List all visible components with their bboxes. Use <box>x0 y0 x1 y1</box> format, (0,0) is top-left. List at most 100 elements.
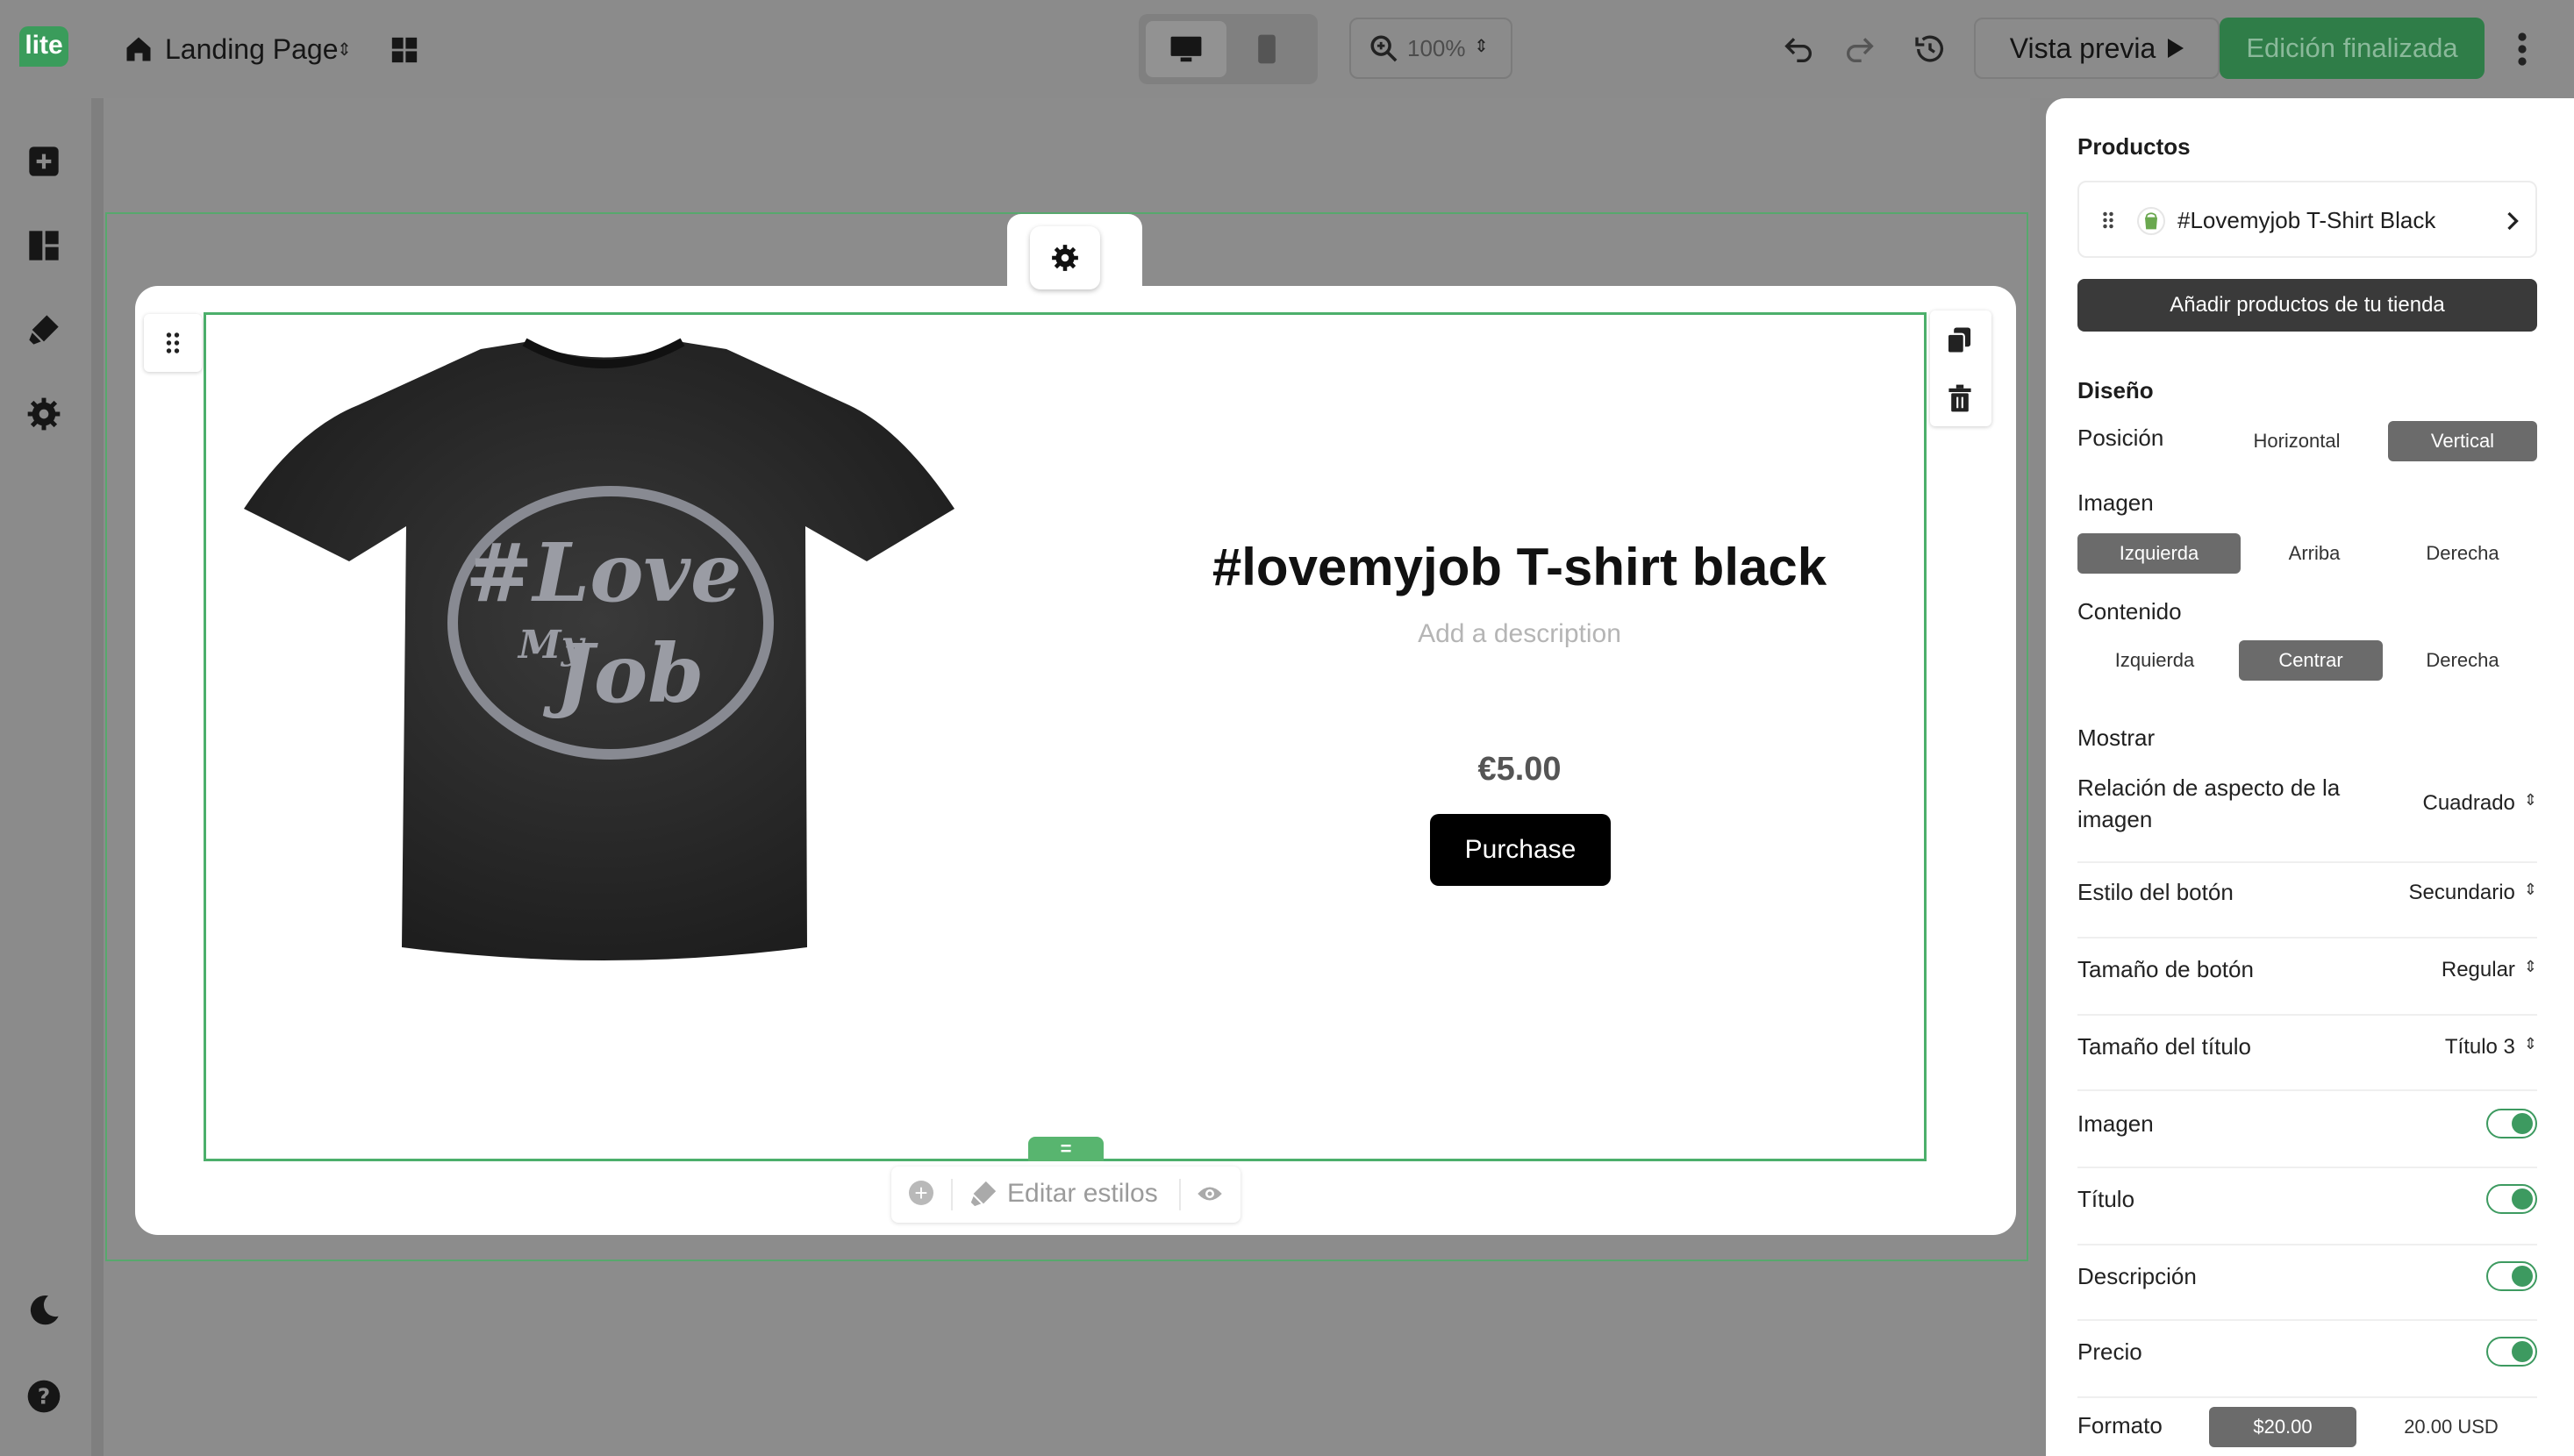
title-size-value: Título 3 <box>2444 1035 2515 1059</box>
aspect-ratio-label: Relación de aspecto de la imagen <box>2077 774 2341 832</box>
layout-icon[interactable] <box>26 228 61 263</box>
price-toggle[interactable] <box>2486 1337 2537 1367</box>
zoom-in-icon <box>1370 35 1398 62</box>
updown-chevron-icon[interactable]: ⇕ <box>337 39 352 61</box>
updown-chevron-icon: ⇕ <box>2523 881 2537 898</box>
svg-text:?: ? <box>38 1383 51 1409</box>
design-heading: Diseño <box>2077 377 2154 403</box>
position-label: Posición <box>2077 425 2164 451</box>
content-alignment-label: Contenido <box>2077 598 2182 625</box>
toolbar-divider <box>951 1179 953 1210</box>
history-icon[interactable] <box>1913 32 1948 67</box>
product-image-tshirt[interactable]: #Love My Job <box>235 333 972 982</box>
paint-brush-icon[interactable] <box>969 1179 998 1209</box>
content-option-left[interactable]: Izquierda <box>2077 640 2232 681</box>
button-size-value: Regular <box>2441 958 2515 981</box>
toggle-label-image: Imagen <box>2077 1110 2154 1137</box>
purchase-button[interactable]: Purchase <box>1430 814 1611 886</box>
product-title[interactable]: #lovemyjob T-shirt black <box>1081 537 1958 597</box>
drag-grip-icon <box>166 332 180 353</box>
undo-icon[interactable] <box>1781 32 1816 67</box>
paint-brush-icon[interactable] <box>26 312 61 347</box>
toolbar-divider <box>1179 1179 1181 1210</box>
row-divider <box>2077 1089 2537 1091</box>
block-resize-handle[interactable]: = <box>1028 1137 1104 1161</box>
updown-chevron-icon: ⇕ <box>2523 791 2537 809</box>
title-size-label: Tamaño del título <box>2077 1033 2252 1060</box>
block-drag-handle[interactable] <box>144 314 202 372</box>
button-size-label: Tamaño de botón <box>2077 956 2254 982</box>
more-vertical-icon[interactable] <box>2516 32 2528 67</box>
product-item-name: #Lovemyjob T-Shirt Black <box>2177 207 2436 233</box>
updown-chevron-icon: ⇕ <box>2523 1035 2537 1053</box>
redo-icon[interactable] <box>1842 32 1877 67</box>
aspect-ratio-select[interactable]: Cuadrado ⇕ <box>2411 791 2537 816</box>
gear-icon <box>1052 245 1078 271</box>
row-divider <box>2077 1167 2537 1168</box>
left-sidebar <box>0 98 91 1456</box>
edit-styles-button[interactable]: Editar estilos <box>1007 1175 1158 1212</box>
row-divider <box>2077 1319 2537 1321</box>
shopify-bag-icon <box>2137 207 2165 235</box>
svg-text:Job: Job <box>542 626 704 721</box>
settings-gear-icon[interactable] <box>26 396 61 432</box>
home-icon[interactable] <box>123 33 154 65</box>
help-icon[interactable]: ? <box>26 1379 61 1414</box>
description-toggle[interactable] <box>2486 1261 2537 1291</box>
row-divider <box>2077 861 2537 863</box>
delete-trash-icon[interactable] <box>1948 384 1972 412</box>
preview-button[interactable]: Vista previa <box>1974 18 2220 79</box>
add-block-circle-icon[interactable]: + <box>909 1181 933 1205</box>
format-option-symbol[interactable]: $20.00 <box>2209 1407 2356 1447</box>
content-option-center[interactable]: Centrar <box>2239 640 2383 681</box>
image-option-left[interactable]: Izquierda <box>2077 533 2241 574</box>
toggle-label-title: Título <box>2077 1186 2135 1212</box>
canvas-gutter <box>91 98 104 1456</box>
image-position-label: Imagen <box>2077 489 2154 516</box>
row-divider <box>2077 1396 2537 1398</box>
row-divider <box>2077 937 2537 939</box>
format-label: Formato <box>2077 1412 2163 1438</box>
image-option-right[interactable]: Derecha <box>2388 533 2537 574</box>
show-heading: Mostrar <box>2077 724 2156 751</box>
play-icon <box>2168 39 2184 58</box>
content-option-right[interactable]: Derecha <box>2388 640 2537 681</box>
chevron-right-icon[interactable] <box>2506 211 2520 232</box>
button-style-label: Estilo del botón <box>2077 879 2234 905</box>
products-heading: Productos <box>2077 133 2191 160</box>
visibility-eye-icon[interactable] <box>1197 1182 1223 1205</box>
add-block-icon[interactable] <box>26 144 61 179</box>
toggle-label-price: Precio <box>2077 1338 2142 1365</box>
desktop-icon <box>1170 36 1202 62</box>
format-option-code[interactable]: 20.00 USD <box>2370 1407 2532 1447</box>
updown-chevron-icon: ⇕ <box>1474 37 1489 56</box>
properties-panel: Productos #Lovemyjob T-Shirt Black Añadi… <box>2046 98 2574 1456</box>
mobile-icon[interactable] <box>1256 33 1277 65</box>
title-toggle[interactable] <box>2486 1184 2537 1214</box>
lite-logo[interactable]: lite <box>19 26 68 67</box>
zoom-level: 100% <box>1407 35 1466 61</box>
toggle-label-description: Descripción <box>2077 1263 2197 1289</box>
aspect-ratio-value: Cuadrado <box>2422 791 2515 815</box>
drag-grip-icon[interactable] <box>2102 211 2114 230</box>
position-option-horizontal[interactable]: Horizontal <box>2220 421 2374 461</box>
button-size-select[interactable]: Regular ⇕ <box>2362 958 2537 982</box>
button-style-value: Secundario <box>2408 881 2515 904</box>
dark-mode-moon-icon[interactable] <box>26 1293 61 1328</box>
row-divider <box>2077 1244 2537 1245</box>
updown-chevron-icon: ⇕ <box>2523 958 2537 975</box>
preview-label: Vista previa <box>2009 32 2156 64</box>
pages-grid-icon[interactable] <box>390 35 419 65</box>
image-toggle[interactable] <box>2486 1109 2537 1138</box>
duplicate-icon[interactable] <box>1946 326 1972 354</box>
position-option-vertical[interactable]: Vertical <box>2388 421 2537 461</box>
title-size-select[interactable]: Título 3 ⇕ <box>2362 1035 2537 1060</box>
image-option-top[interactable]: Arriba <box>2241 533 2388 574</box>
add-store-products-button[interactable]: Añadir productos de tu tienda <box>2077 279 2537 332</box>
product-description-placeholder[interactable]: Add a description <box>1081 619 1958 649</box>
button-style-select[interactable]: Secundario ⇕ <box>2362 881 2537 905</box>
finish-editing-button[interactable]: Edición finalizada <box>2220 18 2485 79</box>
section-settings-button[interactable] <box>1030 226 1100 289</box>
page-selector[interactable]: Landing Page <box>165 30 339 68</box>
product-price[interactable]: €5.00 <box>1081 751 1958 789</box>
